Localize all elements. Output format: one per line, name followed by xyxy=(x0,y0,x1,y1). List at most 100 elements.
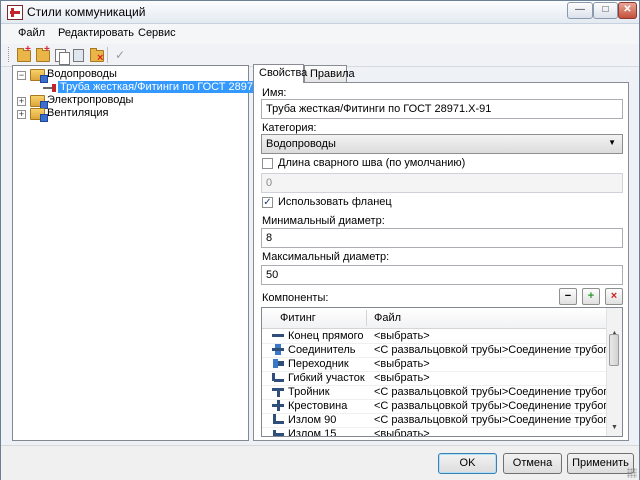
menu-edit[interactable]: Редактировать xyxy=(58,27,134,39)
plus-badge-icon: + xyxy=(25,44,31,55)
tab-properties[interactable]: Свойства xyxy=(253,64,307,83)
menu-service[interactable]: Сервис xyxy=(138,27,176,39)
apply-toolbar-button[interactable]: ✓ xyxy=(113,46,131,64)
category-select[interactable]: Водопроводы ▼ xyxy=(261,134,623,154)
file-cell[interactable]: <выбрать> xyxy=(374,428,606,436)
collapse-icon[interactable]: − xyxy=(17,71,26,80)
file-cell[interactable]: <С развальцовкой трубы>Соединение трубоп… xyxy=(374,414,606,426)
add-component-button[interactable]: + xyxy=(582,288,600,305)
file-cell[interactable]: <выбрать> xyxy=(374,358,606,370)
reducer-icon xyxy=(272,358,285,369)
category-value: Водопроводы xyxy=(266,138,336,150)
fitting-cell: Излом 90 xyxy=(288,414,337,426)
fitting-cell: Крестовина xyxy=(288,400,348,412)
category-label: Категория: xyxy=(262,122,317,134)
fitting-cell: Соединитель xyxy=(288,344,356,356)
check-disabled-icon: ✓ xyxy=(115,48,126,62)
dialog-button-bar: OK Отмена Применить xyxy=(1,445,639,480)
app-icon xyxy=(7,5,23,20)
chevron-down-icon: ▼ xyxy=(608,138,616,147)
use-flange-checkbox[interactable]: ✓ xyxy=(262,197,273,208)
expand-icon[interactable]: + xyxy=(17,97,26,106)
paste-button[interactable] xyxy=(70,46,88,64)
cancel-button[interactable]: Отмена xyxy=(503,453,562,474)
min-diameter-field[interactable]: 8 xyxy=(261,228,623,248)
toolbar-grip[interactable] xyxy=(8,47,11,62)
window-title: Стили коммуникаций xyxy=(27,5,146,19)
copy-icon-back xyxy=(59,52,70,65)
scroll-down-icon[interactable]: ▼ xyxy=(611,424,618,431)
weld-length-checkbox[interactable] xyxy=(262,158,273,169)
elbow-90-icon xyxy=(272,414,285,425)
add-style-button[interactable]: + xyxy=(34,44,52,64)
tab-rules[interactable]: Правила xyxy=(304,65,355,82)
pipe-end-icon xyxy=(272,330,285,341)
resize-grip-icon[interactable] xyxy=(627,468,637,478)
menu-file[interactable]: Файл xyxy=(18,27,45,39)
pipe-style-icon xyxy=(43,83,57,93)
title-bar: Стили коммуникаций — □ ✕ xyxy=(1,1,639,24)
max-diameter-field[interactable]: 50 xyxy=(261,265,623,285)
table-row[interactable]: Крестовина <С развальцовкой трубы>Соедин… xyxy=(262,399,608,414)
weld-length-field[interactable]: 0 xyxy=(261,173,623,193)
tree-node-pipe-style[interactable]: Труба жесткая/Фитинги по ГОСТ 28971.X-91 xyxy=(43,81,288,95)
table-row[interactable]: Переходник <выбрать> xyxy=(262,357,608,372)
file-cell[interactable]: <С развальцовкой трубы>Соединение трубоп… xyxy=(374,386,606,398)
minimize-button[interactable]: — xyxy=(567,2,593,19)
apply-button[interactable]: Применить xyxy=(567,453,634,474)
max-diameter-label: Максимальный диаметр: xyxy=(262,251,390,263)
close-button[interactable]: ✕ xyxy=(618,2,637,19)
flexible-section-icon xyxy=(272,372,285,383)
grid-scrollbar[interactable]: ▲ ▼ xyxy=(606,308,622,436)
plus-icon: + xyxy=(587,290,595,302)
delete-button[interactable]: × xyxy=(88,46,106,64)
name-field[interactable]: Труба жесткая/Фитинги по ГОСТ 28971.X-91 xyxy=(261,99,623,119)
file-cell[interactable]: <выбрать> xyxy=(374,330,606,342)
plus-badge-icon: + xyxy=(44,44,50,55)
tree-node-label: Водопроводы xyxy=(47,68,117,80)
ok-button[interactable]: OK xyxy=(438,453,497,474)
properties-panel: Имя: Труба жесткая/Фитинги по ГОСТ 28971… xyxy=(253,82,629,441)
tree-node-label: Электропроводы xyxy=(47,94,134,106)
tree-node-water[interactable]: − Водопроводы xyxy=(17,68,217,83)
min-diameter-label: Минимальный диаметр: xyxy=(262,215,385,227)
file-cell[interactable]: <выбрать> xyxy=(374,372,606,384)
folder-icon xyxy=(30,69,48,83)
column-header-file[interactable]: Файл xyxy=(374,312,401,324)
use-flange-label: Использовать фланец xyxy=(278,196,392,208)
maximize-button[interactable]: □ xyxy=(593,2,618,19)
expand-icon[interactable]: + xyxy=(17,110,26,119)
column-header-fitting[interactable]: Фитинг xyxy=(280,312,316,324)
folder-icon xyxy=(30,108,48,122)
tree-node-ventilation[interactable]: + Вентиляция xyxy=(17,107,217,122)
column-divider[interactable] xyxy=(366,310,367,326)
table-row[interactable]: Конец прямого ... <выбрать> xyxy=(262,329,608,344)
remove-component-button[interactable]: − xyxy=(559,288,577,305)
fitting-cell: Тройник xyxy=(288,386,330,398)
copy-button[interactable] xyxy=(52,46,70,65)
table-row[interactable]: Излом 15 <выбрать> xyxy=(262,427,608,437)
add-folder-button[interactable]: + xyxy=(15,44,33,64)
fitting-cell: Излом 15 xyxy=(288,428,337,437)
delete-x-icon: × xyxy=(610,290,618,302)
styles-window: Стили коммуникаций — □ ✕ Файл Редактиров… xyxy=(0,0,640,480)
table-row[interactable]: Излом 90 <С развальцовкой трубы>Соединен… xyxy=(262,413,608,428)
style-tree[interactable]: − Водопроводы Труба жесткая/Фитинги по Г… xyxy=(12,65,288,441)
table-row[interactable]: Тройник <С развальцовкой трубы>Соединени… xyxy=(262,385,608,400)
folder-icon xyxy=(30,95,48,109)
menu-bar: Файл Редактировать Сервис xyxy=(1,24,639,44)
table-row[interactable]: Соединитель <С развальцовкой трубы>Соеди… xyxy=(262,343,608,358)
tree-node-electric[interactable]: + Электропроводы xyxy=(17,94,217,109)
name-label: Имя: xyxy=(262,87,287,99)
file-cell[interactable]: <С развальцовкой трубы>Соединение трубоп… xyxy=(374,400,606,412)
scroll-thumb[interactable] xyxy=(609,334,619,366)
x-icon: × xyxy=(97,52,104,64)
toolbar: + + × ✓ xyxy=(1,44,639,67)
paste-icon xyxy=(73,49,84,62)
tee-icon xyxy=(272,386,285,397)
file-cell[interactable]: <С развальцовкой трубы>Соединение трубоп… xyxy=(374,344,606,356)
toolbar-separator xyxy=(107,47,108,63)
table-row[interactable]: Гибкий участок <выбрать> xyxy=(262,371,608,386)
delete-component-button[interactable]: × xyxy=(605,288,623,305)
components-grid[interactable]: Фитинг Файл Конец прямого ... <выбрать> … xyxy=(261,307,623,437)
